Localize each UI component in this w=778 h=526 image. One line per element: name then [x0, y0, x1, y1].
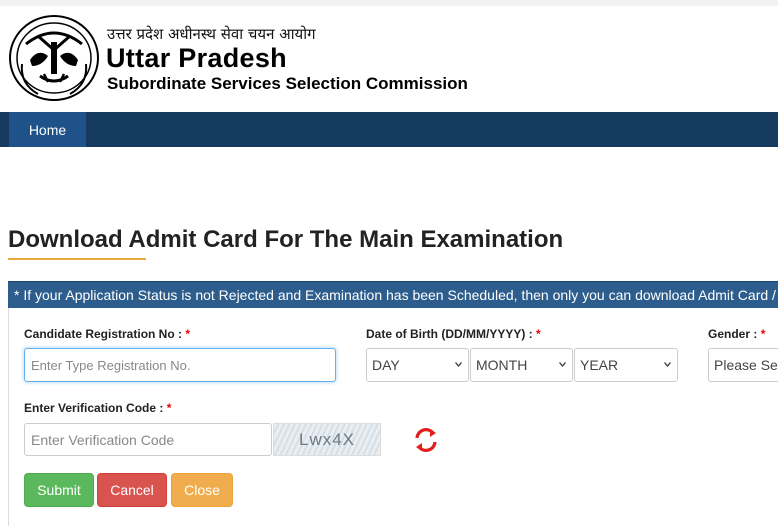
registration-label-text: Candidate Registration No : [24, 327, 183, 341]
submit-button[interactable]: Submit [24, 473, 94, 507]
dob-year-value: YEAR [580, 357, 619, 373]
dob-year-select[interactable]: YEAR [574, 348, 678, 382]
upsssc-emblem-icon [9, 15, 99, 101]
verification-code-input[interactable] [24, 423, 272, 456]
required-mark: * [760, 327, 766, 341]
chevron-down-icon [559, 362, 566, 367]
required-mark: * [536, 327, 541, 341]
title-underline [8, 258, 146, 260]
site-subtitle: Subordinate Services Selection Commissio… [107, 74, 468, 93]
dob-month-value: MONTH [476, 357, 528, 373]
captcha-image: Lwx4X [273, 423, 381, 456]
dob-month-select[interactable]: MONTH [470, 348, 573, 382]
nav-home-link[interactable]: Home [9, 112, 86, 147]
required-mark: * [185, 327, 191, 341]
main-nav: Home [0, 112, 778, 147]
gender-label-text: Gender : [708, 327, 758, 341]
gender-select[interactable]: Please Select [708, 348, 778, 382]
page-title: Download Admit Card For The Main Examina… [8, 226, 564, 253]
dob-day-select[interactable]: DAY [366, 348, 469, 382]
registration-input[interactable] [24, 348, 336, 382]
top-strip [0, 0, 778, 6]
hindi-title: उत्तर प्रदेश अधीनस्थ सेवा चयन आयोग [107, 25, 316, 43]
gender-label: Gender : * [708, 327, 765, 341]
refresh-captcha-icon[interactable] [413, 427, 439, 453]
close-button[interactable]: Close [171, 473, 233, 507]
required-mark: * [166, 401, 172, 415]
captcha-text: Lwx4X [298, 429, 356, 449]
verification-label: Enter Verification Code : * [24, 401, 171, 415]
chevron-down-icon [664, 362, 671, 367]
chevron-down-icon [455, 362, 462, 367]
dob-label-text: Date of Birth (DD/MM/YYYY) : [366, 327, 533, 341]
cancel-button[interactable]: Cancel [97, 473, 167, 507]
gender-value: Please Select [714, 357, 778, 373]
dob-label: Date of Birth (DD/MM/YYYY) : * [366, 327, 541, 341]
verification-label-text: Enter Verification Code : [24, 401, 164, 415]
site-title: Uttar Pradesh [106, 43, 287, 73]
registration-label: Candidate Registration No : * [24, 327, 190, 341]
dob-day-value: DAY [372, 357, 400, 373]
notice-bar: * If your Application Status is not Reje… [8, 281, 778, 308]
